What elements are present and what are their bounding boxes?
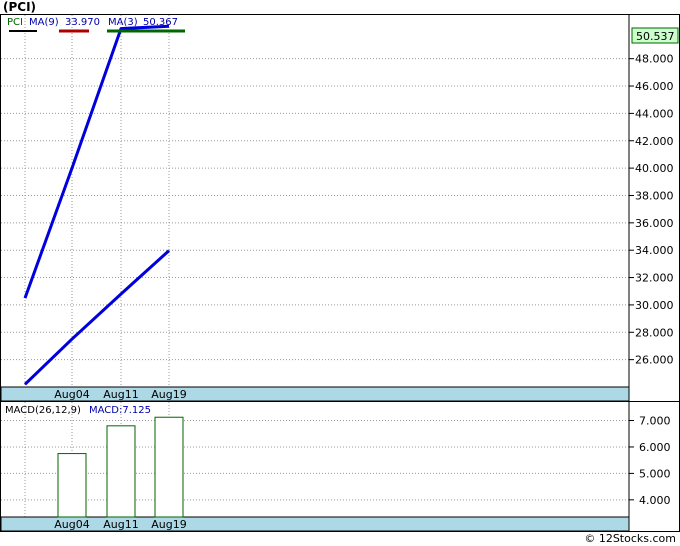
legend-ma9-value: 33.970 xyxy=(65,17,100,28)
macd-xtick-label: Aug11 xyxy=(103,518,138,531)
watermark: © 12Stocks.com xyxy=(584,532,676,545)
macd-xtick-label: Aug04 xyxy=(54,518,89,531)
macd-xtick-label: Aug19 xyxy=(151,518,186,531)
series-line-ma3 xyxy=(23,24,170,299)
macd-ytick-label: 5.000 xyxy=(639,467,671,480)
price-y-axis: 26.000 28.000 30.000 32.000 34.000 36.000 38.0… xyxy=(629,53,674,367)
legend-symbol: PCI xyxy=(7,17,23,28)
price-x-axis: Aug04 Aug11 Aug19 xyxy=(54,388,186,401)
price-grid xyxy=(1,15,629,387)
price-ytick-label: 42.000 xyxy=(635,135,674,148)
series-line-ma9 xyxy=(23,249,171,386)
price-ytick-label: 44.000 xyxy=(635,107,674,120)
macd-ytick-label: 7.000 xyxy=(639,415,671,428)
price-ytick-label: 26.000 xyxy=(635,354,674,367)
macd-bar xyxy=(154,416,184,518)
price-panel: 26.000 28.000 30.000 32.000 34.000 36.000 38.0… xyxy=(0,14,680,402)
legend-ma3-label: MA(3) xyxy=(108,17,138,28)
price-date-band xyxy=(1,386,630,401)
macd-bar xyxy=(106,425,136,518)
price-chart: 26.000 28.000 30.000 32.000 34.000 36.000 38.0… xyxy=(1,15,679,401)
macd-label: MACD(26,12,9) xyxy=(5,405,81,416)
legend-ma9-label: MA(9) xyxy=(29,17,59,28)
price-tag: 50.537 xyxy=(631,27,679,44)
price-ytick-label: 28.000 xyxy=(635,326,674,339)
price-ytick-label: 40.000 xyxy=(635,162,674,175)
legend: PCI MA(9) 33.970 MA(3) 50.367 xyxy=(7,17,185,33)
macd-y-axis: 4.000 5.000 6.000 7.000 xyxy=(629,415,671,507)
price-ytick-label: 34.000 xyxy=(635,244,674,257)
legend-ma3-value: 50.367 xyxy=(143,17,178,28)
macd-ytick-label: 4.000 xyxy=(639,494,671,507)
price-ytick-label: 48.000 xyxy=(635,53,674,66)
price-ytick-label: 30.000 xyxy=(635,299,674,312)
chart-title: (PCI) xyxy=(3,0,37,14)
macd-bar xyxy=(57,453,87,518)
price-ytick-label: 32.000 xyxy=(635,272,674,285)
macd-value-label: MACD:7.125 xyxy=(89,405,151,416)
macd-x-axis: Aug04 Aug11 Aug19 xyxy=(54,518,186,531)
macd-bars xyxy=(57,416,184,518)
price-ytick-label: 46.000 xyxy=(635,80,674,93)
macd-chart: 4.000 5.000 6.000 7.000 Aug04 Aug11 Aug19 MAC… xyxy=(1,402,671,531)
price-xtick-label: Aug11 xyxy=(103,388,138,401)
price-tag-text: 50.537 xyxy=(636,30,675,43)
macd-panel: 4.000 5.000 6.000 7.000 Aug04 Aug11 Aug19 MAC… xyxy=(0,401,680,532)
price-ytick-label: 36.000 xyxy=(635,217,674,230)
price-xtick-label: Aug19 xyxy=(151,388,186,401)
macd-grid xyxy=(1,402,629,517)
price-xtick-label: Aug04 xyxy=(54,388,89,401)
price-ytick-label: 38.000 xyxy=(635,189,674,202)
macd-ytick-label: 6.000 xyxy=(639,441,671,454)
macd-date-band xyxy=(1,516,630,531)
price-series xyxy=(23,24,171,386)
